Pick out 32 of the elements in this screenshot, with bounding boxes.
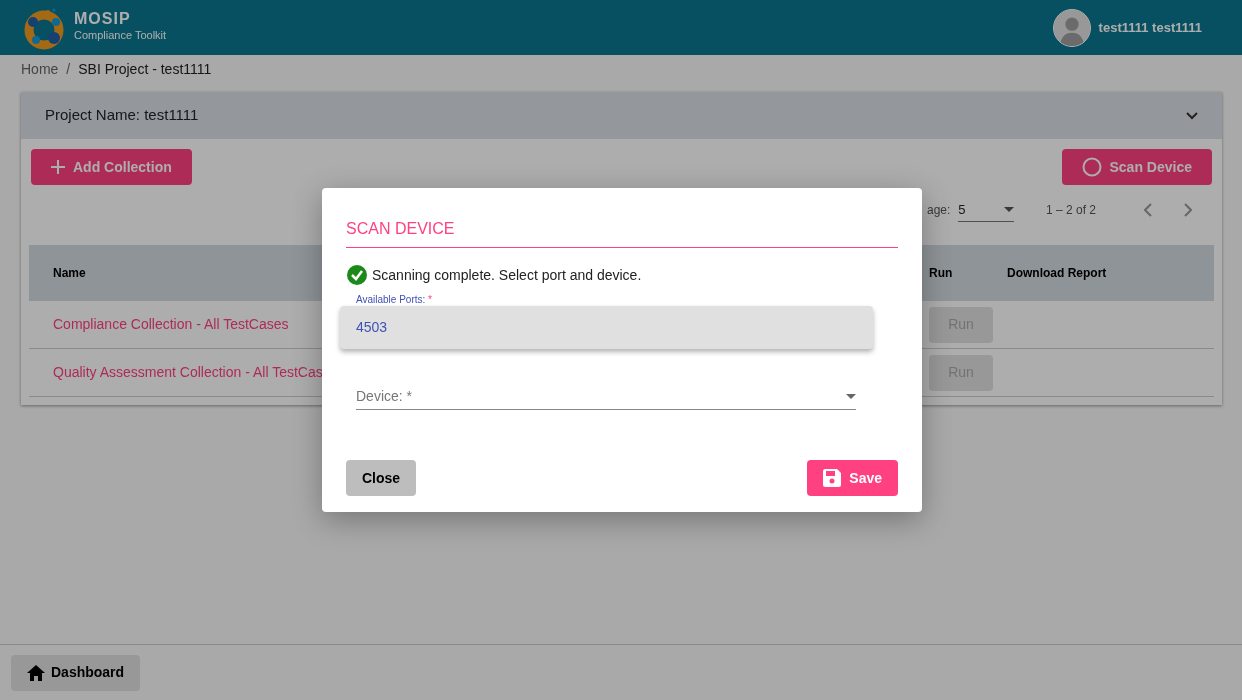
previous-page-icon[interactable]: [1144, 203, 1152, 217]
dashboard-button[interactable]: Dashboard: [11, 654, 141, 691]
column-header: Name: [53, 266, 86, 280]
scan-device-button[interactable]: Scan Device: [1061, 149, 1212, 185]
user-name[interactable]: test1111 test1111: [1098, 17, 1202, 38]
brand-subtitle: Compliance Toolkit: [74, 28, 167, 44]
dropdown-icon: [846, 394, 856, 399]
dropdown-icon: [1004, 207, 1015, 212]
page-range: 1 – 2 of 2: [1045, 202, 1096, 219]
page-size-select[interactable]: 5: [958, 198, 1015, 222]
breadcrumb-item[interactable]: SBI Project - test1111: [78, 59, 212, 80]
items-per-page-label: age:: [927, 202, 951, 219]
port-option[interactable]: 4503: [340, 306, 873, 349]
check-circle-icon: [346, 264, 368, 286]
close-button[interactable]: Close: [346, 460, 417, 496]
circle-icon: [1081, 157, 1102, 177]
brand-name: MOSIP: [74, 11, 132, 28]
add-collection-button[interactable]: Add Collection: [31, 149, 192, 185]
project-panel-header[interactable]: Project Name: test1111: [21, 92, 1222, 139]
home-icon: [27, 664, 45, 681]
device-select[interactable]: Device: *: [356, 384, 856, 410]
next-page-icon[interactable]: [1184, 203, 1192, 217]
dialog-title: SCAN DEVICE: [346, 212, 898, 248]
ports-label: Available Ports: *: [356, 293, 433, 307]
status-message: Scanning complete. Select port and device.: [372, 265, 642, 285]
breadcrumb-separator: /: [66, 60, 71, 79]
save-button[interactable]: Save: [807, 460, 898, 496]
breadcrumb-item[interactable]: Home: [21, 59, 59, 80]
plus-icon: [51, 160, 65, 174]
project-name: Project Name: test1111: [45, 105, 199, 126]
column-header: Run: [929, 266, 953, 280]
column-header: Download Report: [1007, 266, 1107, 280]
